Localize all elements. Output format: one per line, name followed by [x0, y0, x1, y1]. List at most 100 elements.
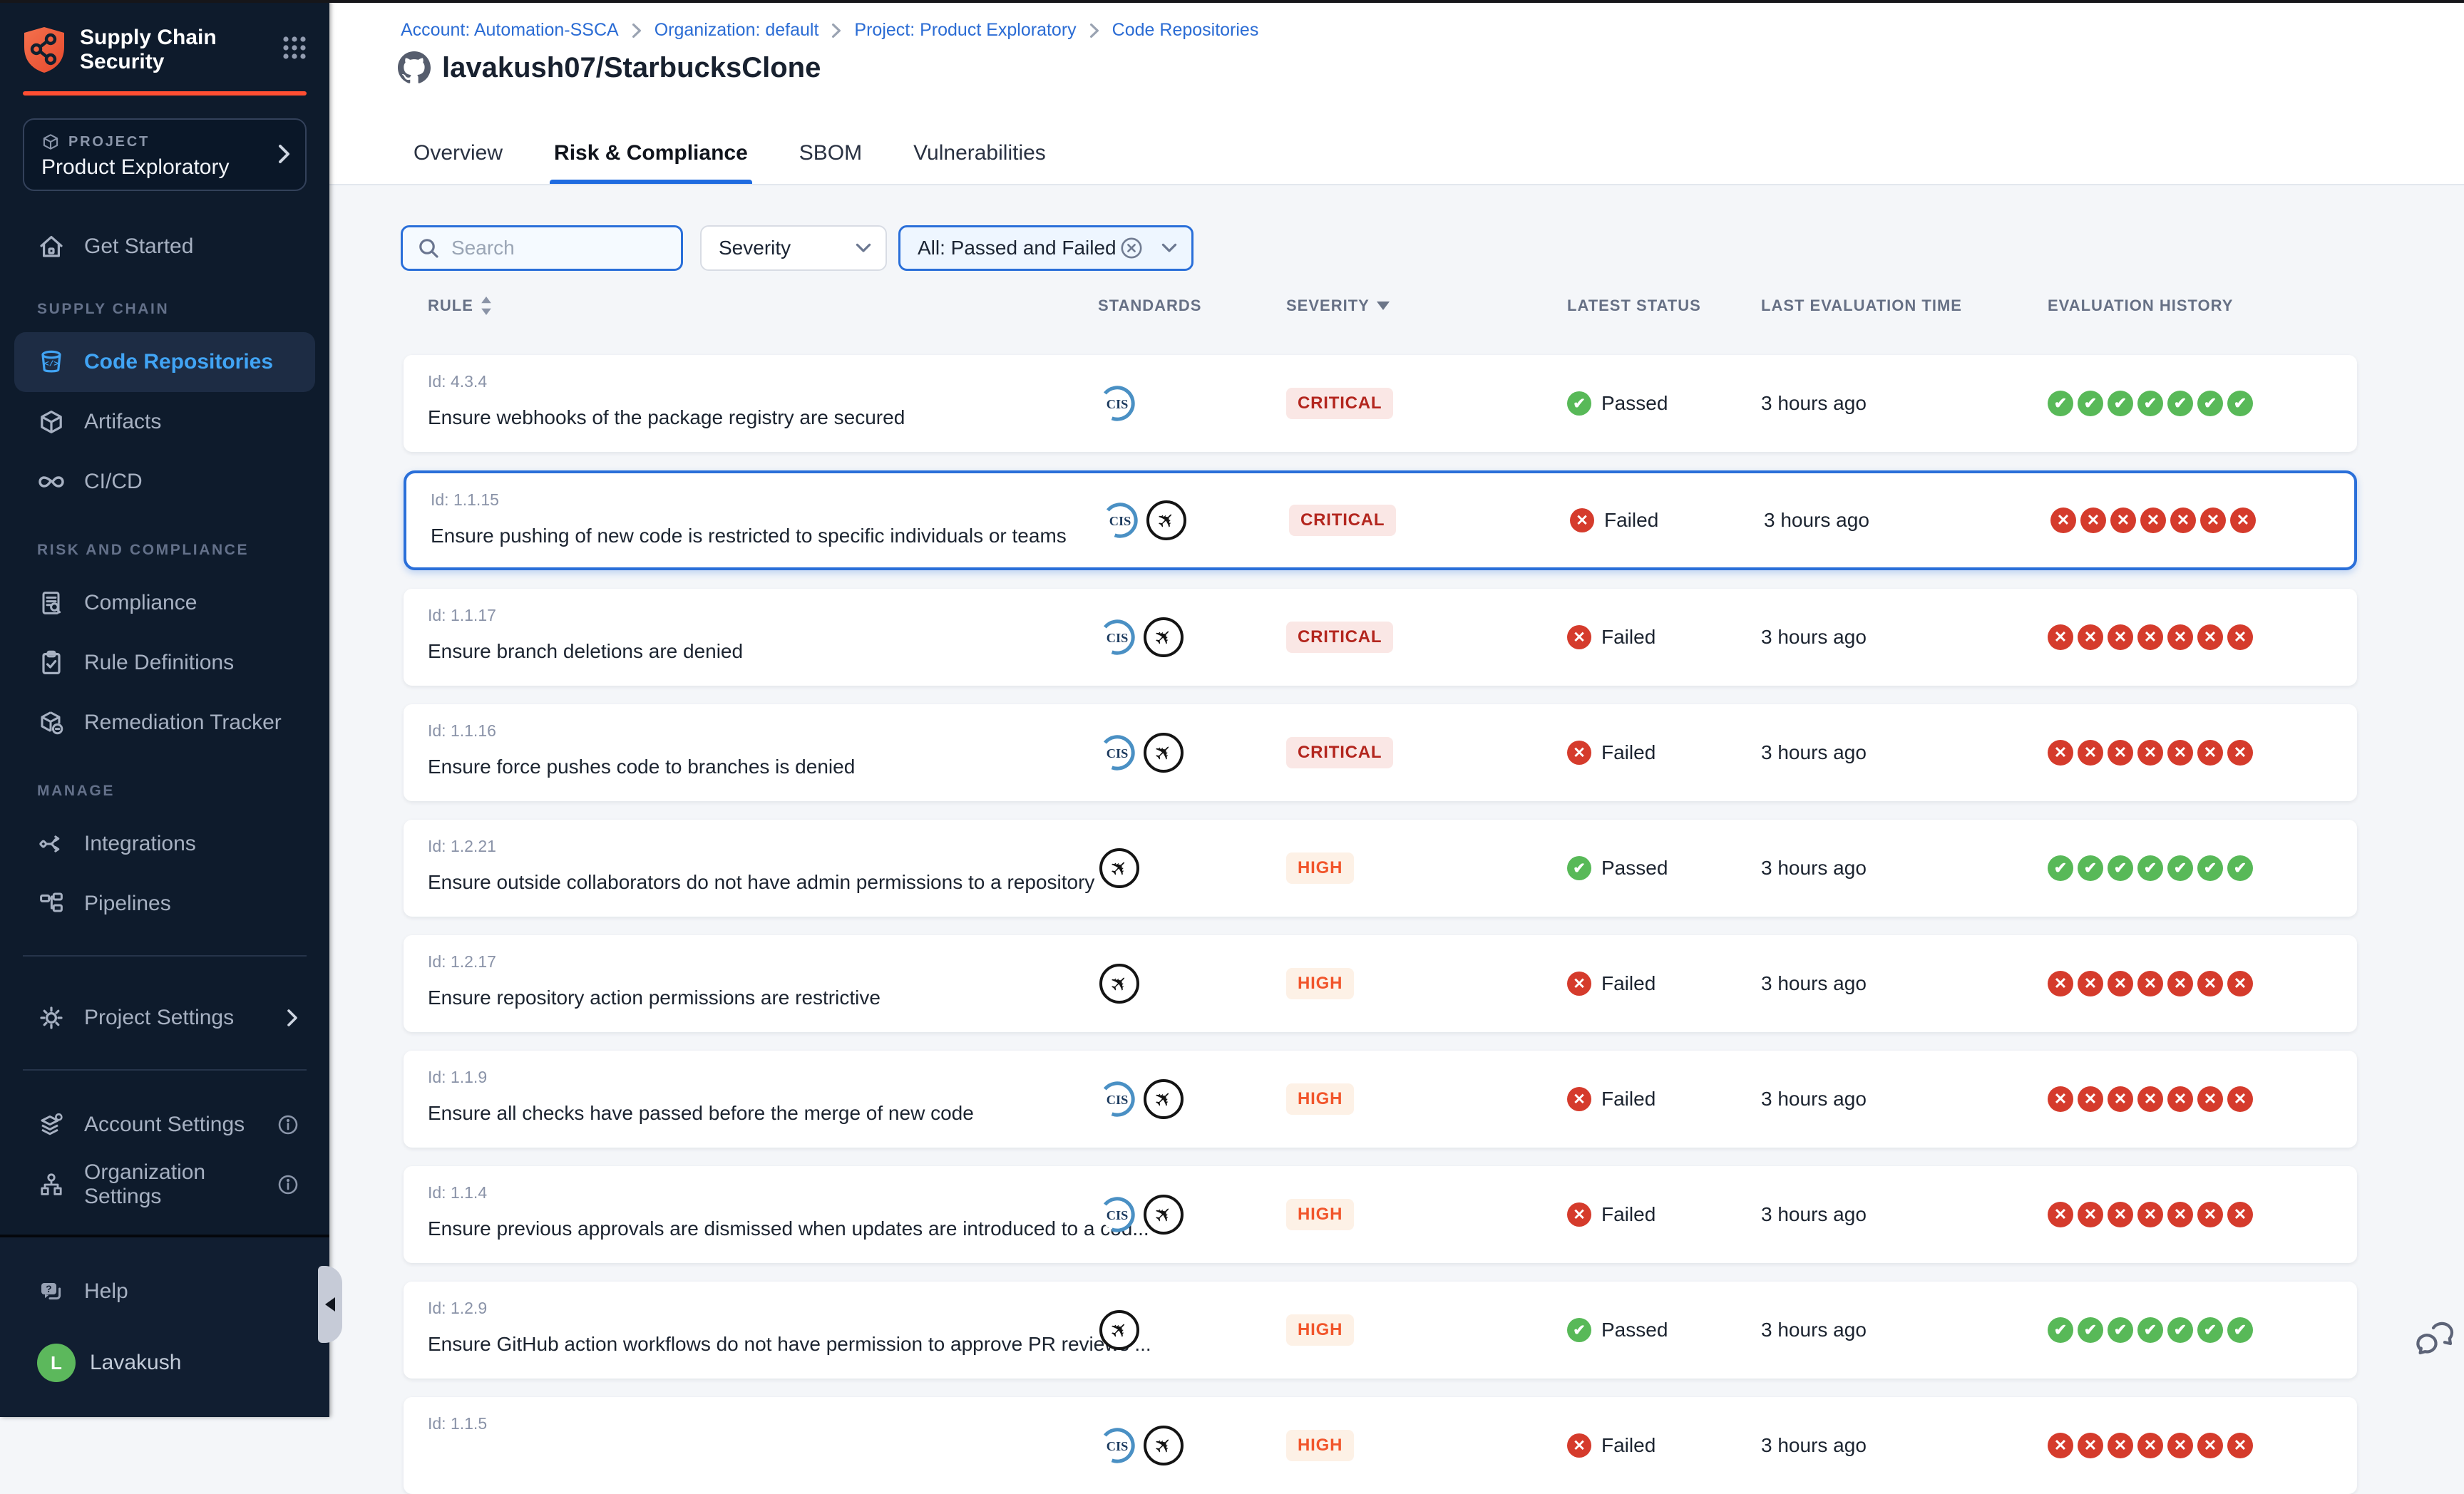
paper-plane-standard-icon[interactable]: ✈ [1098, 847, 1141, 890]
sidebar-item-artifacts[interactable]: Artifacts [14, 392, 315, 452]
column-header-standards[interactable]: STANDARDS [1098, 297, 1201, 315]
cube-icon [37, 408, 66, 436]
severity-badge: HIGH [1286, 852, 1354, 884]
paper-plane-standard-icon[interactable]: ✈ [1142, 1078, 1185, 1120]
history-fail-icon: ✕ [2167, 971, 2193, 996]
table-row[interactable]: Id: 1.1.9 Ensure all checks have passed … [404, 1051, 2357, 1148]
table-row[interactable]: Id: 1.1.5 CIS ✈ HIGH ✕ Failed 3 hours ag… [404, 1397, 2357, 1494]
sidebar-item-cicd[interactable]: CI/CD [14, 452, 315, 512]
paper-plane-standard-icon[interactable]: ✈ [1145, 499, 1188, 542]
avatar: L [37, 1344, 76, 1382]
history-cell: ✔✔✔✔✔✔✔ [2048, 820, 2253, 917]
breadcrumb-organization[interactable]: Organization: default [654, 20, 819, 41]
clear-filter-icon[interactable] [1120, 237, 1143, 259]
info-icon[interactable] [278, 1115, 298, 1135]
paper-plane-standard-icon[interactable]: ✈ [1142, 616, 1185, 659]
status-filter[interactable]: All: Passed and Failed [898, 225, 1194, 271]
svg-text:CIS: CIS [1107, 631, 1129, 645]
history-pass-icon: ✔ [2078, 1317, 2103, 1343]
search-input[interactable] [451, 237, 669, 259]
status-text: Passed [1601, 857, 1668, 880]
paper-plane-standard-icon[interactable]: ✈ [1098, 1309, 1141, 1351]
cis-standard-icon[interactable]: CIS [1098, 733, 1136, 772]
chevron-right-icon [1089, 23, 1099, 38]
layers-gear-icon [37, 1111, 66, 1139]
tab-sbom[interactable]: SBOM [795, 141, 866, 184]
standards-cell: ✈ [1098, 1282, 1141, 1379]
table-row[interactable]: Id: 1.1.15 Ensure pushing of new code is… [404, 470, 2357, 570]
sidebar-item-code-repositories[interactable]: </> Code Repositories [14, 332, 315, 392]
project-selector[interactable]: PROJECT Product Exploratory [23, 118, 307, 191]
breadcrumb-account[interactable]: Account: Automation-SSCA [401, 20, 619, 41]
sidebar-item-rule-definitions[interactable]: Rule Definitions [14, 633, 315, 693]
sidebar-collapse-handle[interactable] [318, 1266, 342, 1343]
cis-standard-icon[interactable]: CIS [1098, 1195, 1136, 1234]
paper-plane-standard-icon[interactable]: ✈ [1142, 1193, 1185, 1236]
sidebar-item-remediation-tracker[interactable]: Remediation Tracker [14, 693, 315, 753]
sidebar: Supply Chain Security PROJECT Product Ex… [0, 0, 329, 1417]
sidebar-item-pipelines[interactable]: Pipelines [14, 874, 315, 934]
cis-standard-icon[interactable]: CIS [1101, 501, 1139, 540]
app-grid-icon[interactable] [282, 36, 307, 60]
cis-standard-icon[interactable]: CIS [1098, 1080, 1136, 1118]
standards-cell: CIS ✈ [1098, 704, 1185, 801]
breadcrumb-project[interactable]: Project: Product Exploratory [854, 20, 1076, 41]
history-pass-icon: ✔ [2197, 1317, 2223, 1343]
history-fail-icon: ✕ [2137, 1433, 2163, 1458]
standards-cell: CIS ✈ [1098, 589, 1185, 686]
table-row[interactable]: Id: 1.2.17 Ensure repository action perm… [404, 935, 2357, 1032]
paper-plane-standard-icon[interactable]: ✈ [1098, 962, 1141, 1005]
rule-title: Ensure repository action permissions are… [428, 986, 881, 1009]
cis-standard-icon[interactable]: CIS [1098, 384, 1136, 423]
column-header-latest-status[interactable]: LATEST STATUS [1567, 297, 1701, 315]
history-fail-icon: ✕ [2137, 624, 2163, 650]
rule-title: Ensure pushing of new code is restricted… [431, 525, 1067, 547]
sidebar-item-project-settings[interactable]: Project Settings [14, 988, 315, 1048]
sidebar-item-get-started[interactable]: Get Started [14, 217, 315, 277]
severity-badge: HIGH [1286, 1199, 1354, 1230]
cis-standard-icon[interactable]: CIS [1098, 1426, 1136, 1465]
tab-risk-compliance[interactable]: Risk & Compliance [550, 141, 752, 184]
paper-plane-standard-icon[interactable]: ✈ [1142, 731, 1185, 774]
search-box[interactable] [401, 225, 683, 271]
table-row[interactable]: Id: 4.3.4 Ensure webhooks of the package… [404, 355, 2357, 452]
document-search-icon [37, 589, 66, 617]
tab-vulnerabilities[interactable]: Vulnerabilities [909, 141, 1050, 184]
standards-cell: ✈ [1098, 935, 1141, 1032]
column-header-severity[interactable]: SEVERITY [1286, 297, 1390, 315]
sidebar-item-compliance[interactable]: Compliance [14, 573, 315, 633]
sidebar-divider [23, 1069, 307, 1071]
breadcrumb-code-repositories[interactable]: Code Repositories [1112, 20, 1259, 41]
history-fail-icon: ✕ [2197, 1086, 2223, 1112]
status-text: Passed [1601, 392, 1668, 415]
table-row[interactable]: Id: 1.1.4 Ensure previous approvals are … [404, 1166, 2357, 1263]
support-chat-icon[interactable] [2414, 1319, 2457, 1361]
tab-overview[interactable]: Overview [409, 141, 507, 184]
table-row[interactable]: Id: 1.2.9 Ensure GitHub action workflows… [404, 1282, 2357, 1379]
cis-standard-icon[interactable]: CIS [1098, 618, 1136, 656]
status-filter-label: All: Passed and Failed [918, 237, 1120, 259]
sidebar-item-help[interactable]: ? Help [14, 1262, 315, 1322]
sidebar-item-integrations[interactable]: Integrations [14, 814, 315, 874]
column-header-evaluation-history[interactable]: EVALUATION HISTORY [2048, 297, 2233, 315]
table-row[interactable]: Id: 1.2.21 Ensure outside collaborators … [404, 820, 2357, 917]
status-text: Failed [1601, 1088, 1655, 1111]
user-menu[interactable]: L Lavakush [14, 1333, 315, 1393]
paper-plane-standard-icon[interactable]: ✈ [1142, 1424, 1185, 1467]
sidebar-item-organization-settings[interactable]: Organization Settings [14, 1155, 315, 1215]
table-row[interactable]: Id: 1.1.16 Ensure force pushes code to b… [404, 704, 2357, 801]
rule-title: Ensure previous approvals are dismissed … [428, 1217, 1149, 1240]
search-icon [417, 237, 440, 259]
history-pass-icon: ✔ [2137, 1317, 2163, 1343]
column-header-rule[interactable]: RULE [428, 297, 492, 315]
status-text: Passed [1601, 1319, 1668, 1341]
info-icon[interactable] [278, 1175, 298, 1195]
severity-filter[interactable]: Severity [700, 225, 887, 271]
chevron-right-icon [632, 23, 642, 38]
sidebar-item-label: Integrations [84, 832, 196, 856]
column-header-last-evaluation-time[interactable]: LAST EVALUATION TIME [1761, 297, 1962, 315]
history-cell: ✕✕✕✕✕✕✕ [2048, 589, 2253, 686]
sidebar-item-account-settings[interactable]: Account Settings [14, 1095, 315, 1155]
table-row[interactable]: Id: 1.1.17 Ensure branch deletions are d… [404, 589, 2357, 686]
history-fail-icon: ✕ [2048, 1433, 2073, 1458]
